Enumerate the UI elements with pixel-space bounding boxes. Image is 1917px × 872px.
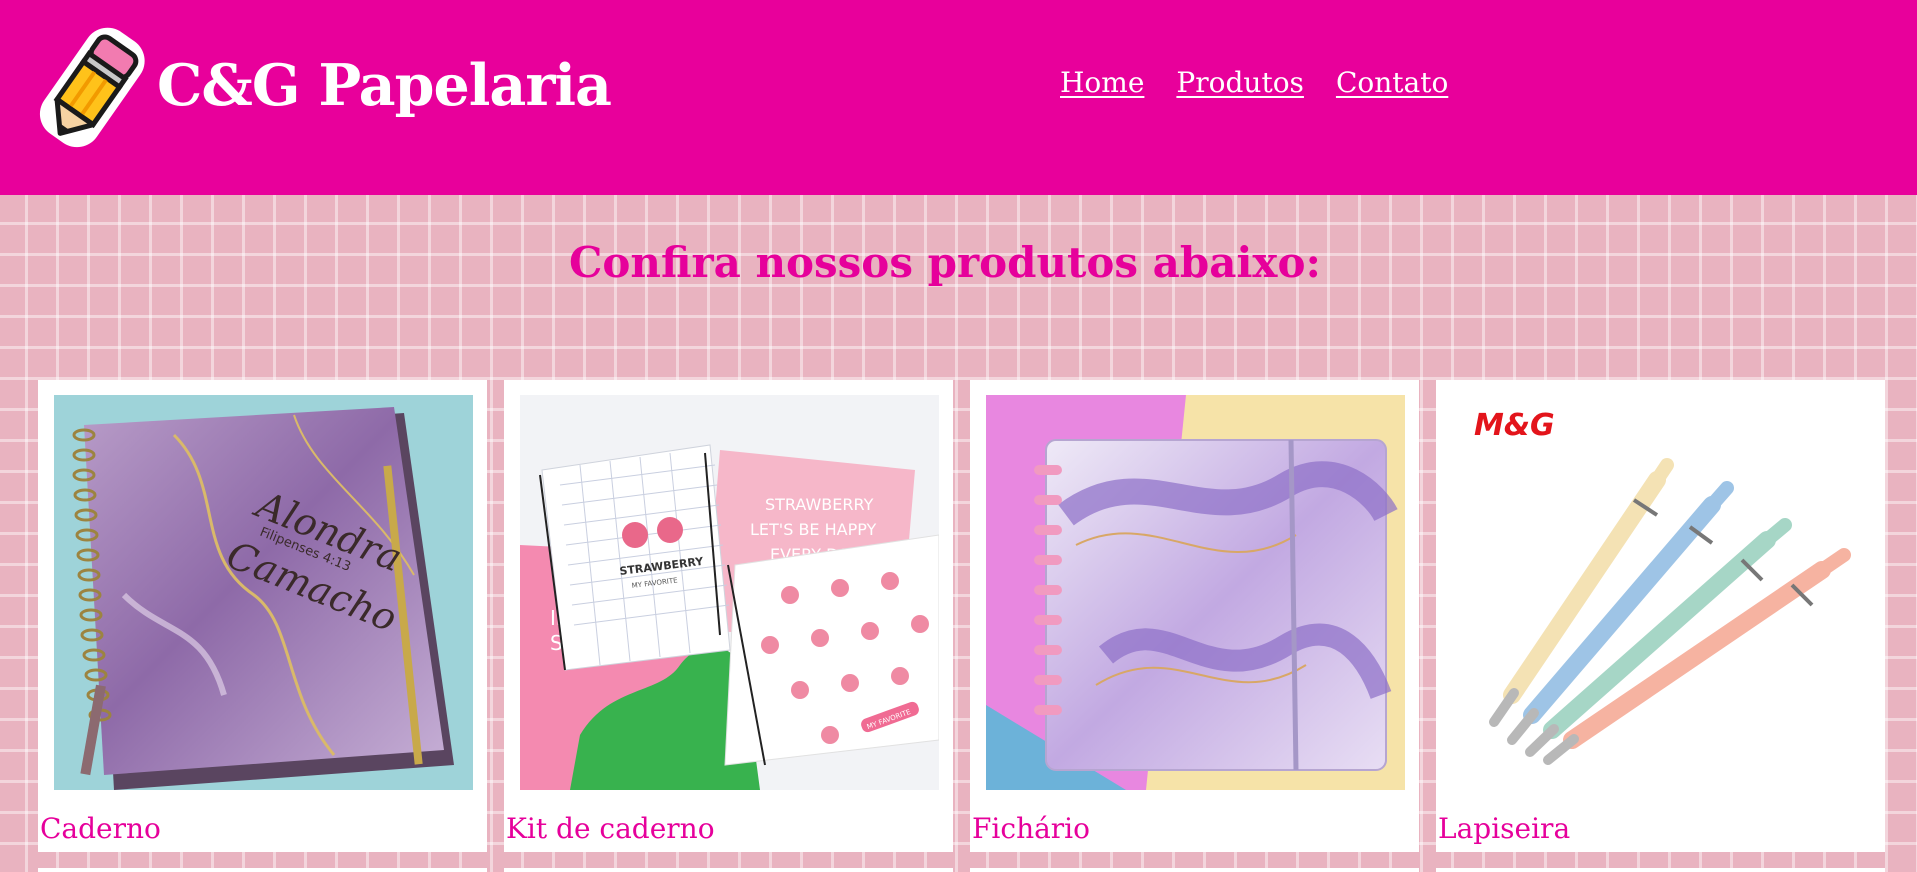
product-image-caderno[interactable]: Alondra Camacho Filipenses 4:13 bbox=[54, 395, 473, 790]
product-card-next-row bbox=[970, 868, 1419, 872]
product-name-caderno[interactable]: Caderno bbox=[40, 812, 161, 845]
product-name-fichario[interactable]: Fichário bbox=[972, 812, 1090, 845]
product-image-fichario[interactable] bbox=[986, 395, 1405, 790]
section-title: Confira nossos produtos abaixo: bbox=[568, 238, 1321, 287]
nav-link-contato[interactable]: Contato bbox=[1336, 66, 1448, 99]
product-name-lapiseira[interactable]: Lapiseira bbox=[1438, 812, 1570, 845]
brand-name[interactable]: C&G Papelaria bbox=[157, 52, 612, 119]
notebook2-text-line2: LET'S BE HAPPY bbox=[750, 520, 877, 539]
product-card-lapiseira[interactable]: M&G Lapiseira bbox=[1436, 380, 1885, 852]
site-header: C&G Papelaria Home Produtos Contato bbox=[0, 0, 1917, 195]
product-card-kit-de-caderno[interactable]: IN TH SUMM STRAWBERRY LET'S BE HAPPY EVE… bbox=[504, 380, 953, 852]
product-name-kit-de-caderno[interactable]: Kit de caderno bbox=[506, 812, 715, 845]
product-card-fichario[interactable]: Fichário bbox=[970, 380, 1419, 852]
product-card-caderno[interactable]: Alondra Camacho Filipenses 4:13 Caderno bbox=[38, 380, 487, 852]
product-image-lapiseira[interactable]: M&G bbox=[1452, 395, 1871, 790]
nav-link-produtos[interactable]: Produtos bbox=[1176, 66, 1304, 99]
brand-logo-mg: M&G bbox=[1474, 408, 1555, 443]
notebook2-text-line1: STRAWBERRY bbox=[765, 495, 874, 514]
product-image-kit-de-caderno[interactable]: IN TH SUMM STRAWBERRY LET'S BE HAPPY EVE… bbox=[520, 395, 939, 790]
nav-link-home[interactable]: Home bbox=[1060, 66, 1144, 99]
main-nav: Home Produtos Contato bbox=[1060, 66, 1448, 99]
pencil-icon[interactable] bbox=[36, 20, 152, 150]
product-card-next-row bbox=[38, 868, 487, 872]
product-card-next-row bbox=[1436, 868, 1885, 872]
product-card-next-row bbox=[504, 868, 953, 872]
